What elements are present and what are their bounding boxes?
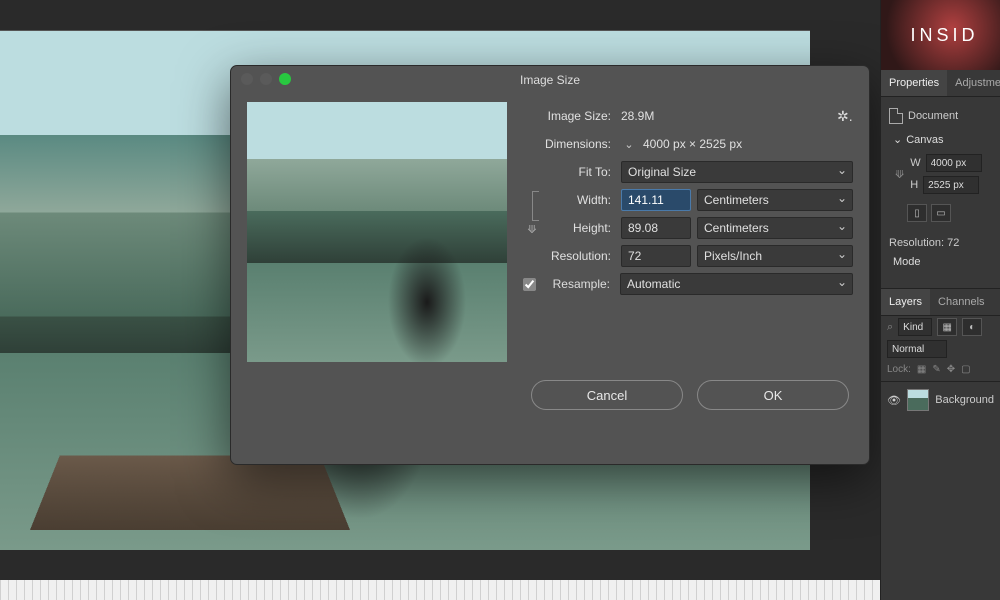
canvas-w-label: W: [910, 157, 920, 169]
lock-pixels-icon[interactable]: ▦: [917, 364, 926, 375]
resample-select[interactable]: [620, 273, 853, 295]
dimensions-value: 4000 px × 2525 px: [643, 137, 742, 151]
height-label: Height:: [541, 221, 615, 235]
lock-position-icon[interactable]: ✥: [947, 364, 955, 375]
lock-label: Lock:: [887, 364, 911, 375]
canvas-height-input[interactable]: [923, 176, 979, 194]
brand-text: INSID: [910, 25, 978, 46]
gear-icon[interactable]: ✲.: [837, 108, 853, 124]
filter-adjust-icon[interactable]: ◐: [962, 318, 982, 336]
link-icon[interactable]: ⟱: [527, 223, 536, 236]
height-unit-select[interactable]: [697, 217, 853, 239]
bottom-ruler[interactable]: [0, 580, 880, 600]
landscape-orientation-icon[interactable]: ▭: [931, 204, 951, 222]
layer-row[interactable]: 👁 Background: [881, 384, 1000, 416]
width-input[interactable]: [621, 189, 691, 211]
mode-label: Mode: [893, 256, 921, 268]
image-size-value: 28.9M: [621, 109, 654, 123]
chevron-down-icon[interactable]: ⌄: [621, 136, 637, 152]
resolution-label: Resolution:: [523, 249, 615, 263]
preview-thumbnail[interactable]: [247, 102, 507, 362]
zoom-icon[interactable]: [279, 73, 291, 85]
dialog-title: Image Size: [520, 73, 580, 87]
image-size-label: Image Size:: [523, 109, 615, 123]
canvas-h-label: H: [910, 179, 918, 191]
blend-mode-select[interactable]: [887, 340, 947, 358]
resample-checkbox[interactable]: [523, 278, 536, 291]
width-unit-select[interactable]: [697, 189, 853, 211]
panel-resolution-label: Resolution: 72: [889, 237, 959, 249]
filter-pixel-icon[interactable]: ▦: [937, 318, 957, 336]
dimensions-label: Dimensions:: [523, 137, 615, 151]
dialog-titlebar[interactable]: Image Size: [231, 66, 869, 94]
tab-paths[interactable]: P: [993, 289, 1000, 315]
link-icon[interactable]: ⟱: [895, 168, 904, 181]
visibility-eye-icon[interactable]: 👁: [887, 394, 901, 407]
ok-button[interactable]: OK: [697, 380, 849, 410]
cancel-button[interactable]: Cancel: [531, 380, 683, 410]
fit-to-label: Fit To:: [523, 165, 615, 179]
minimize-icon[interactable]: [260, 73, 272, 85]
layer-name[interactable]: Background: [935, 394, 994, 406]
right-panels: INSID Properties Adjustment Document ⌄ C…: [880, 0, 1000, 600]
search-icon[interactable]: ⌕: [887, 321, 893, 334]
document-label: Document: [908, 110, 958, 122]
resample-label: Resample:: [542, 277, 614, 291]
layer-filter-select[interactable]: [898, 318, 932, 336]
close-icon[interactable]: [241, 73, 253, 85]
portrait-orientation-icon[interactable]: ▯: [907, 204, 927, 222]
canvas-section-label: Canvas: [906, 134, 943, 146]
tab-channels[interactable]: Channels: [930, 289, 992, 315]
lock-brush-icon[interactable]: ✎: [932, 364, 940, 375]
resolution-unit-select[interactable]: [697, 245, 853, 267]
tab-properties[interactable]: Properties: [881, 70, 947, 96]
chevron-down-icon[interactable]: ⌄: [893, 133, 902, 146]
document-icon: [889, 108, 903, 124]
image-size-dialog: Image Size ✲. Image Size: 28.9M Dimensio…: [230, 65, 870, 465]
lock-artboard-icon[interactable]: ▢: [961, 364, 970, 375]
layer-thumbnail[interactable]: [907, 389, 929, 411]
tab-adjustments[interactable]: Adjustment: [947, 70, 1000, 96]
height-input[interactable]: [621, 217, 691, 239]
photo-dock-region: [30, 455, 350, 530]
canvas-width-input[interactable]: [926, 154, 982, 172]
brand-thumbnail: INSID: [881, 0, 1000, 70]
preview-image: [247, 102, 507, 362]
width-label: Width:: [541, 193, 615, 207]
tab-layers[interactable]: Layers: [881, 289, 930, 315]
resolution-input[interactable]: [621, 245, 691, 267]
fit-to-select[interactable]: [621, 161, 853, 183]
